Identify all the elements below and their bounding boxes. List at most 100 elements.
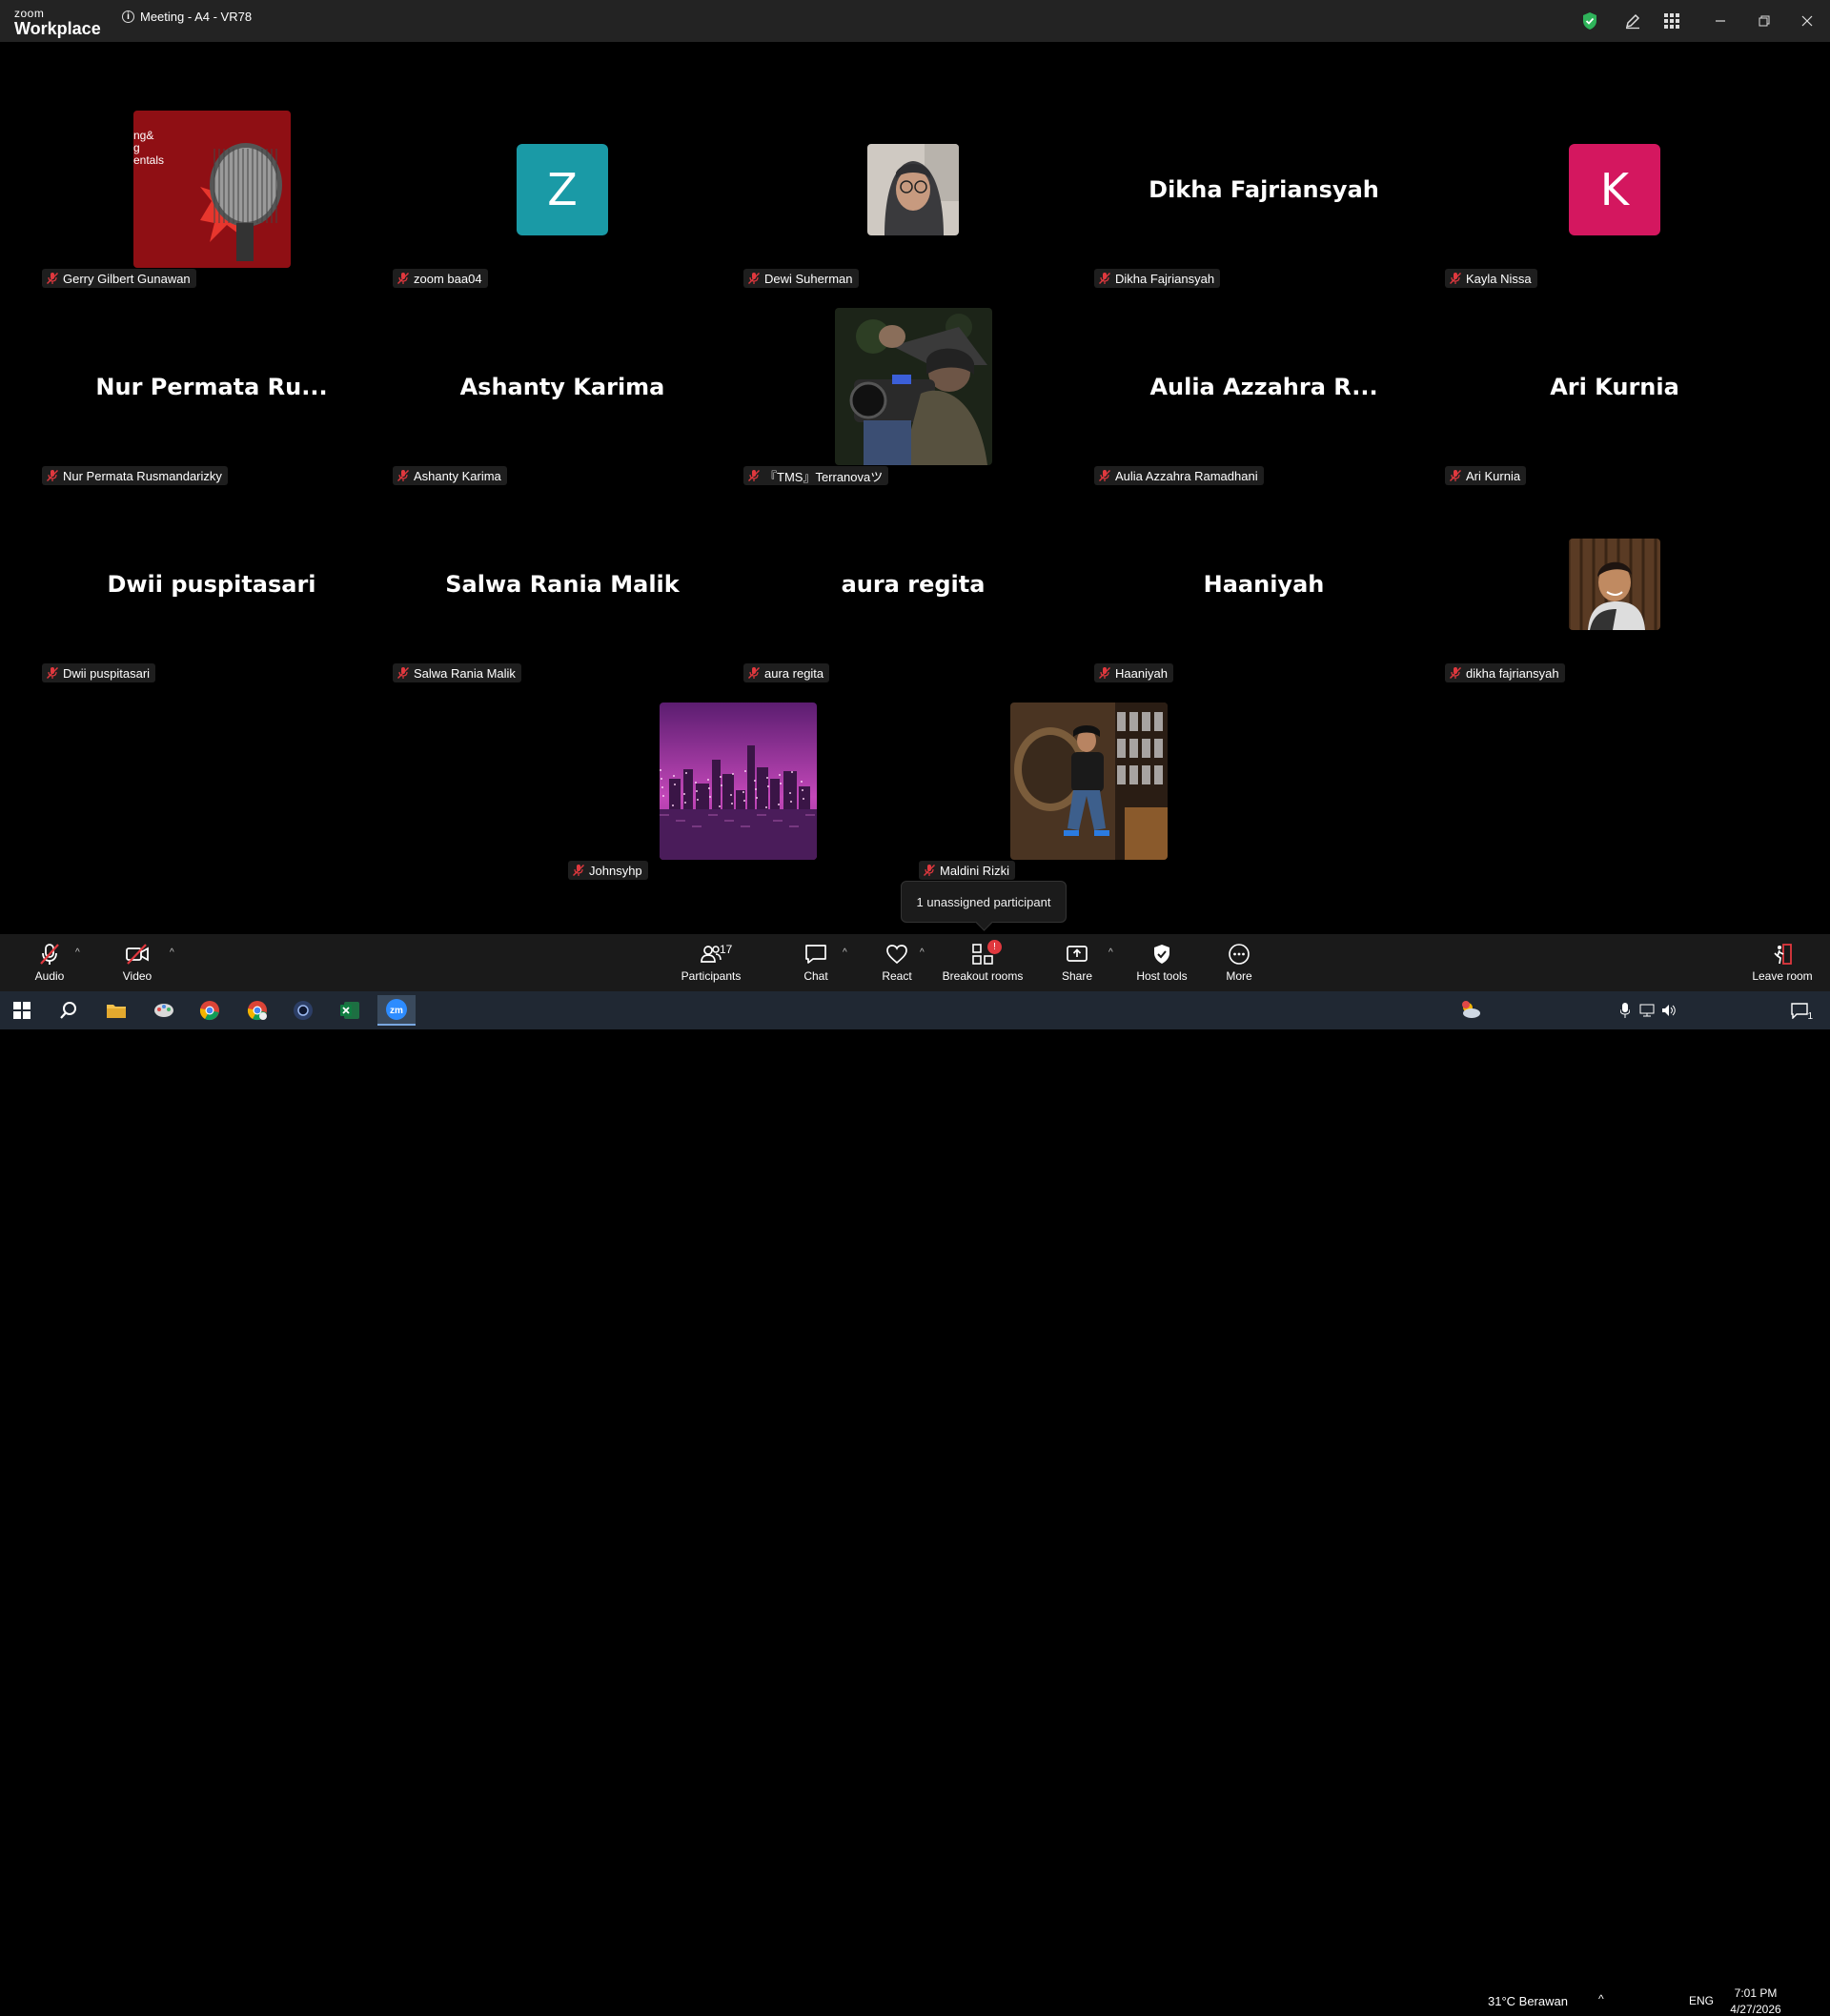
minimize-button[interactable] xyxy=(1711,11,1730,31)
share-button[interactable]: Share xyxy=(1034,942,1120,983)
participant-name-label: Maldini Rizki xyxy=(940,863,1009,878)
participant-tile[interactable]: Maldini Rizki xyxy=(913,682,1264,880)
close-button[interactable] xyxy=(1798,11,1817,31)
participant-tile[interactable]: Dwii puspitasari Dwii puspitasari xyxy=(36,485,387,682)
participant-name-tag: Ashanty Karima xyxy=(393,466,507,485)
notification-count: 1 xyxy=(1807,1011,1813,1022)
notifications-icon[interactable]: 1 xyxy=(1780,995,1819,1026)
participant-tile[interactable]: Nur Permata Ru... Nur Permata Rusmandariz… xyxy=(36,288,387,485)
participant-tile[interactable]: Dikha Fajriansyah Dikha Fajriansyah xyxy=(1088,91,1439,288)
participant-tile[interactable]: ng& g entals Gerry Gilbert Gunawan xyxy=(36,91,387,288)
participant-name-label: dikha fajriansyah xyxy=(1466,665,1559,681)
weather-text[interactable]: 31°C Berawan xyxy=(1488,1994,1568,2008)
search-icon[interactable] xyxy=(50,995,88,1026)
share-options-caret[interactable]: ^ xyxy=(1108,947,1113,958)
security-shield-icon[interactable] xyxy=(1578,10,1601,32)
participant-tile[interactable]: 『TMS』Terranovaツ xyxy=(738,288,1088,485)
video-button[interactable]: Video xyxy=(94,942,180,983)
participant-tile[interactable]: Ari Kurnia Ari Kurnia xyxy=(1439,288,1790,485)
video-off-icon xyxy=(126,944,149,965)
mic-muted-icon xyxy=(46,666,59,680)
breakout-alert-badge: ! xyxy=(987,940,1002,954)
mic-tray-icon[interactable] xyxy=(1616,995,1635,1026)
participant-tile[interactable]: Haaniyah Haaniyah xyxy=(1088,485,1439,682)
camera-app-icon[interactable] xyxy=(284,995,322,1026)
pencil-icon[interactable] xyxy=(1621,10,1644,32)
svg-text:g: g xyxy=(133,141,140,154)
participant-display-name: Haaniyah xyxy=(1203,570,1325,598)
mic-muted-icon xyxy=(923,864,936,877)
mic-muted-icon xyxy=(1449,469,1462,482)
participant-display-name: Dwii puspitasari xyxy=(107,570,316,598)
participant-tile[interactable]: Salwa Rania Malik Salwa Rania Malik xyxy=(387,485,738,682)
participant-tile[interactable]: aura regita aura regita xyxy=(738,485,1088,682)
participant-display-name: Ari Kurnia xyxy=(1550,373,1679,400)
participant-display-name: Aulia Azzahra R... xyxy=(1149,373,1378,400)
excel-icon[interactable] xyxy=(331,995,369,1026)
participant-tile[interactable]: Aulia Azzahra R... Aulia Azzahra Ramadhan… xyxy=(1088,288,1439,485)
breakout-label: Breakout rooms xyxy=(942,969,1024,983)
chat-bubble-icon xyxy=(805,945,826,964)
react-button[interactable]: React xyxy=(854,942,940,983)
network-icon[interactable] xyxy=(1637,995,1657,1026)
participant-name-label: 『TMS』Terranovaツ xyxy=(764,469,884,484)
participant-profile-photo xyxy=(659,703,817,860)
restore-button[interactable] xyxy=(1755,11,1774,31)
participant-name-label: Nur Permata Rusmandarizky xyxy=(63,468,222,483)
participant-profile-photo xyxy=(867,143,959,235)
chat-options-caret[interactable]: ^ xyxy=(843,947,847,958)
leave-door-icon xyxy=(1774,944,1792,965)
participant-name-label: Kayla Nissa xyxy=(1466,271,1532,286)
react-options-caret[interactable]: ^ xyxy=(920,947,925,958)
mic-muted-icon xyxy=(572,864,585,877)
mic-muted-icon xyxy=(40,944,59,965)
mic-muted-icon xyxy=(396,272,410,285)
paint-app-icon[interactable] xyxy=(145,995,183,1026)
participant-tile[interactable]: Zzoom baa04 xyxy=(387,91,738,288)
mic-muted-icon xyxy=(46,469,59,482)
participant-name-label: zoom baa04 xyxy=(414,271,482,286)
participants-button[interactable]: 17 Participants xyxy=(668,942,754,983)
participant-name-tag: Haaniyah xyxy=(1094,663,1173,682)
clock-date[interactable]: 4/27/2026 xyxy=(1727,2003,1784,2016)
participant-name-tag: Maldini Rizki xyxy=(919,861,1015,880)
participant-tile[interactable]: K Kayla Nissa xyxy=(1439,91,1790,288)
participant-name-tag: Dikha Fajriansyah xyxy=(1094,269,1221,288)
mic-muted-icon xyxy=(396,666,410,680)
meeting-title: Meeting - A4 - VR78 xyxy=(140,10,253,24)
mic-muted-icon xyxy=(1098,469,1111,482)
chrome-profile-icon[interactable] xyxy=(238,995,276,1026)
participant-tile[interactable]: Ashanty Karima Ashanty Karima xyxy=(387,288,738,485)
weather-icon[interactable] xyxy=(1454,995,1487,1026)
mic-muted-icon xyxy=(1098,666,1111,680)
mic-muted-icon xyxy=(46,272,59,285)
leave-room-button[interactable]: Leave room xyxy=(1739,942,1825,983)
language-indicator[interactable]: ENG xyxy=(1689,1994,1714,2007)
host-tools-button[interactable]: Host tools xyxy=(1119,942,1205,983)
apps-grid-icon[interactable] xyxy=(1660,10,1683,32)
participant-name-tag: 『TMS』Terranovaツ xyxy=(743,466,889,485)
participant-name-tag: dikha fajriansyah xyxy=(1445,663,1565,682)
chrome-icon[interactable] xyxy=(191,995,229,1026)
file-explorer-icon[interactable] xyxy=(97,995,135,1026)
participant-name-tag: Aulia Azzahra Ramadhani xyxy=(1094,466,1264,485)
more-dots-icon xyxy=(1229,944,1250,965)
react-label: React xyxy=(882,969,912,983)
video-label: Video xyxy=(122,969,152,983)
participant-tile[interactable]: dikha fajriansyah xyxy=(1439,485,1790,682)
clock-time[interactable]: 7:01 PM xyxy=(1727,1986,1784,2000)
video-options-caret[interactable]: ^ xyxy=(170,947,174,958)
zoom-app-icon[interactable]: zm xyxy=(377,995,416,1026)
participant-tile[interactable]: Dewi Suherman xyxy=(738,91,1088,288)
windows-taskbar: zm 31°C Berawan ^ ENG 7:01 PM 4/27/2026 … xyxy=(0,991,1830,2016)
audio-options-caret[interactable]: ^ xyxy=(75,947,80,958)
participant-tile[interactable]: Johnsyhp xyxy=(562,682,913,880)
participant-name-label: Ashanty Karima xyxy=(414,468,501,483)
volume-icon[interactable] xyxy=(1659,995,1678,1026)
windows-start-icon[interactable] xyxy=(3,995,41,1026)
mic-muted-icon xyxy=(1449,666,1462,680)
more-button[interactable]: More xyxy=(1196,942,1282,983)
meeting-info-button[interactable]: i Meeting - A4 - VR78 xyxy=(122,10,252,24)
tray-chevron-icon[interactable]: ^ xyxy=(1598,1992,1604,2006)
breakout-rooms-button[interactable]: ! Breakout rooms xyxy=(940,940,1026,983)
